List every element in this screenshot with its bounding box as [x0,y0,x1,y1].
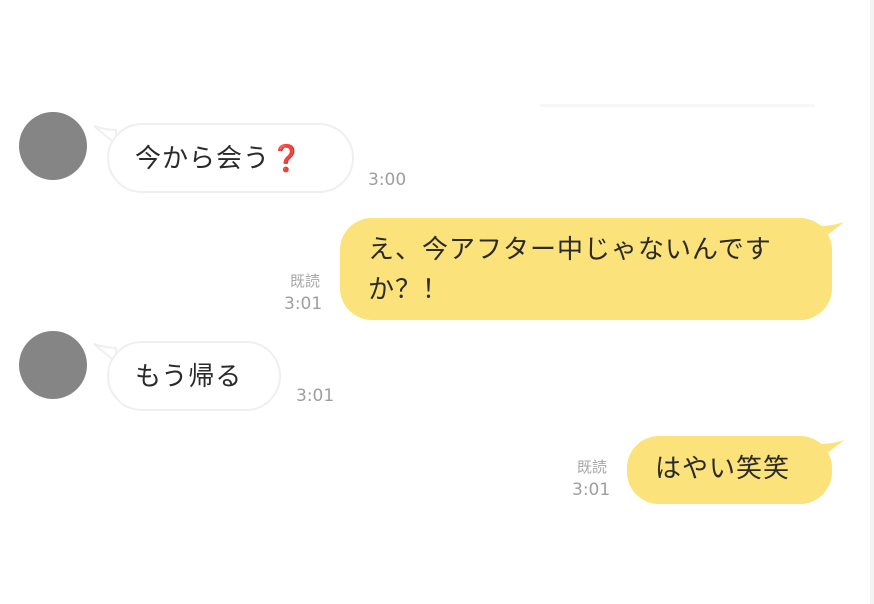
read-receipt: 既読 [290,272,321,290]
message-text: もう帰る [135,362,243,392]
bubble-tail [820,438,846,464]
message-bubble-outgoing[interactable]: え、今アフター中じゃないんです か？！ [340,218,832,320]
timestamp: 3:00 [368,170,407,190]
message-text: はやい笑笑 [655,454,791,484]
faint-divider [540,104,815,107]
timestamp: 3:01 [572,480,611,500]
message-bubble-incoming[interactable]: 今から会う❓ [107,123,354,193]
read-receipt: 既読 [577,458,608,476]
message-text-line: か？！ [368,275,450,305]
message-text: 今から会う [135,144,271,174]
avatar[interactable] [19,112,87,180]
red-question-mark-icon: ❓ [270,144,304,174]
right-edge-divider [870,0,874,604]
message-text-line: え、今アフター中じゃないんです [368,235,772,265]
timestamp: 3:01 [284,294,323,314]
message-bubble-incoming[interactable]: もう帰る [107,341,281,411]
avatar[interactable] [19,331,87,399]
message-bubble-outgoing[interactable]: はやい笑笑 [627,436,832,504]
bubble-tail [820,220,846,246]
timestamp: 3:01 [296,386,335,406]
